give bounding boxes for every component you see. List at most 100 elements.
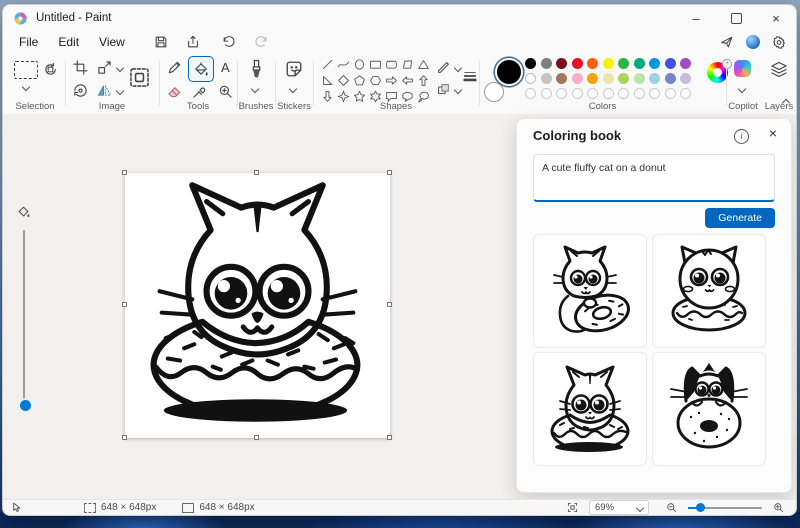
rotate-icon[interactable] [73, 83, 88, 98]
color-swatch[interactable] [680, 73, 691, 84]
color-1-well[interactable] [495, 58, 523, 86]
color-swatch[interactable] [571, 58, 583, 69]
selection-handle[interactable] [387, 435, 392, 440]
panel-close-icon[interactable]: × [769, 125, 777, 141]
layers-icon[interactable] [770, 61, 788, 79]
share-button[interactable] [181, 33, 205, 51]
color-swatch[interactable] [556, 73, 567, 84]
vertical-slider-thumb[interactable] [18, 398, 33, 413]
selection-handle[interactable] [387, 170, 392, 175]
flip-dropdown-chevron[interactable] [115, 86, 125, 96]
color-swatch[interactable] [664, 58, 676, 69]
pencil-tool-icon[interactable] [167, 60, 182, 75]
color-swatch[interactable] [556, 58, 567, 69]
shape-rectangle[interactable] [368, 57, 383, 72]
color-swatch[interactable] [602, 73, 614, 84]
empty-color-slot[interactable] [556, 88, 567, 99]
eyedropper-tool-icon[interactable] [192, 84, 207, 99]
color-swatch[interactable] [587, 73, 598, 84]
selection-handle[interactable] [122, 302, 127, 307]
color-swatch[interactable] [680, 58, 691, 69]
brushes-dropdown-chevron[interactable] [250, 84, 260, 94]
empty-color-slot[interactable] [633, 88, 645, 99]
shape-right-triangle[interactable] [320, 73, 335, 88]
color-swatch[interactable] [571, 73, 583, 84]
color-swatch[interactable] [540, 73, 552, 84]
close-button[interactable]: × [756, 5, 796, 31]
copilot-dropdown-chevron[interactable] [737, 84, 747, 94]
maximize-button[interactable] [716, 5, 756, 31]
zoom-level-dropdown[interactable]: 69% [589, 500, 649, 515]
magnifier-tool-icon[interactable] [218, 84, 233, 99]
copilot-icon[interactable] [734, 60, 751, 77]
brush-icon[interactable] [248, 59, 265, 79]
color-swatch[interactable] [540, 58, 552, 69]
zoom-slider-thumb[interactable] [696, 503, 705, 512]
feedback-send-icon[interactable] [720, 35, 734, 49]
color-swatch[interactable] [525, 73, 536, 84]
fill-dropdown-chevron[interactable] [453, 85, 463, 95]
selection-handle[interactable] [122, 170, 127, 175]
empty-color-slot[interactable] [680, 88, 691, 99]
generate-button[interactable]: Generate [705, 208, 775, 228]
free-rotate-icon[interactable] [43, 62, 58, 77]
shape-line[interactable] [320, 57, 335, 72]
empty-color-slot[interactable] [571, 88, 583, 99]
color-swatch[interactable] [633, 73, 645, 84]
empty-color-slot[interactable] [540, 88, 552, 99]
shape-arrow-left[interactable] [400, 73, 415, 88]
empty-color-slot[interactable] [525, 88, 536, 99]
result-thumbnail-tuxedo-cat-behind-donut[interactable] [652, 352, 766, 466]
menu-view[interactable]: View [89, 33, 135, 51]
menu-file[interactable]: File [9, 33, 48, 51]
outline-dropdown-chevron[interactable] [453, 63, 463, 73]
color-swatch[interactable] [525, 58, 536, 69]
zoom-slider[interactable] [688, 503, 762, 512]
menu-edit[interactable]: Edit [48, 33, 89, 51]
color-swatch[interactable] [649, 58, 660, 69]
shape-rounded-rectangle[interactable] [384, 57, 399, 72]
flip-icon[interactable] [97, 83, 112, 98]
shape-size-icon[interactable] [463, 69, 477, 83]
empty-color-slot[interactable] [649, 88, 660, 99]
empty-color-slot[interactable] [602, 88, 614, 99]
shape-hexagon[interactable] [368, 73, 383, 88]
shape-diamond[interactable] [336, 73, 351, 88]
selection-handle[interactable] [122, 435, 127, 440]
shape-curve[interactable] [336, 57, 351, 72]
eraser-tool-icon[interactable] [167, 84, 182, 99]
vertical-slider-track[interactable] [23, 230, 25, 402]
fill-tool-selected[interactable] [188, 56, 214, 82]
color-swatch[interactable] [587, 58, 598, 69]
fit-to-screen-icon[interactable] [567, 502, 578, 513]
shape-oval[interactable] [352, 57, 367, 72]
result-thumbnail-cat-head-in-donut[interactable] [533, 352, 647, 466]
info-icon[interactable]: i [734, 129, 749, 144]
shape-outline-icon[interactable] [437, 61, 450, 74]
save-button[interactable] [149, 33, 173, 51]
shape-pentagon[interactable] [352, 73, 367, 88]
stickers-dropdown-chevron[interactable] [288, 84, 298, 94]
result-thumbnail-fluffy-cat-on-donut[interactable] [652, 234, 766, 348]
shape-arrow-right[interactable] [384, 73, 399, 88]
empty-color-slot[interactable] [618, 88, 629, 99]
resize-icon[interactable] [97, 60, 112, 75]
zoom-in-icon[interactable] [773, 502, 784, 513]
result-thumbnail-cat-hugging-donut[interactable] [533, 234, 647, 348]
shape-fill-icon[interactable] [437, 83, 450, 96]
empty-color-slot[interactable] [664, 88, 676, 99]
resize-dropdown-chevron[interactable] [115, 63, 125, 73]
prompt-input[interactable]: A cute fluffy cat on a donut [533, 154, 775, 202]
color-swatch[interactable] [649, 73, 660, 84]
crop-icon[interactable] [73, 60, 88, 75]
color-swatch[interactable] [664, 73, 676, 84]
shape-arrow-up[interactable] [416, 73, 431, 88]
selection-handle[interactable] [387, 302, 392, 307]
minimize-button[interactable]: – [676, 5, 716, 31]
shape-triangle[interactable] [416, 57, 431, 72]
color-swatch[interactable] [602, 58, 614, 69]
text-tool-icon[interactable]: A [221, 60, 230, 75]
selection-dropdown-chevron[interactable] [21, 82, 31, 92]
color-2-well[interactable] [484, 82, 504, 102]
shape-polygon[interactable] [400, 57, 415, 72]
